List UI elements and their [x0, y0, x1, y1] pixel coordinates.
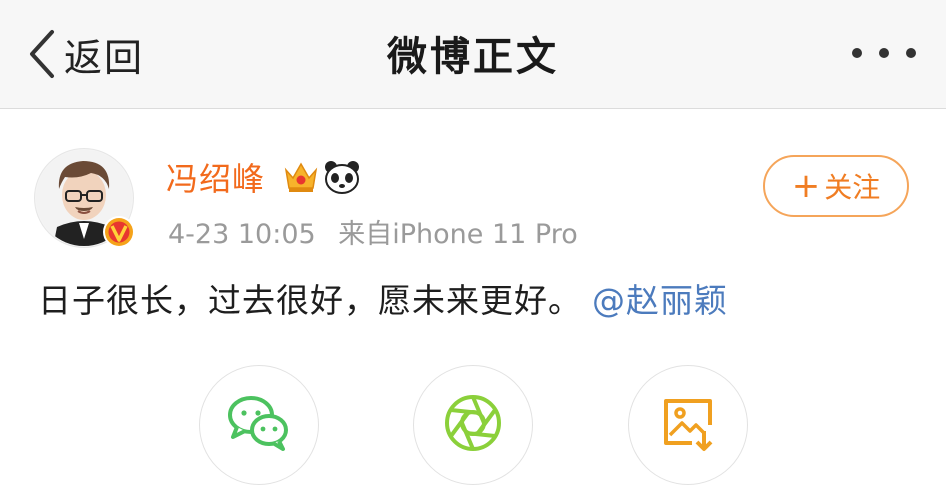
moments-icon: [443, 393, 503, 457]
plus-icon: +: [791, 166, 821, 206]
save-image-icon: [658, 393, 718, 457]
post-body: 日子很长，过去很好，愿未来更好。: [38, 281, 582, 320]
post-meta: 4-23 10:05 来自iPhone 11 Pro: [168, 212, 578, 251]
more-dots-icon[interactable]: [852, 46, 916, 60]
follow-button[interactable]: + 关注: [763, 155, 909, 217]
post-source: 来自iPhone 11 Pro: [338, 219, 578, 250]
share-wechat-button[interactable]: [199, 365, 319, 485]
post-text: 日子很长，过去很好，愿未来更好。 @赵丽颖: [38, 274, 728, 322]
timestamp: 4-23 10:05: [168, 219, 316, 250]
nav-bar: 返回 微博正文: [0, 0, 946, 109]
wechat-icon: [227, 395, 291, 455]
page-title: 微博正文: [387, 34, 559, 80]
share-moments-button[interactable]: [413, 365, 533, 485]
panda-badge-icon: [322, 158, 362, 200]
mention-link[interactable]: @赵丽颖: [592, 281, 728, 320]
crown-badge-icon: [282, 158, 320, 198]
save-image-button[interactable]: [628, 365, 748, 485]
follow-label: 关注: [824, 171, 881, 204]
verified-v-icon: [102, 215, 136, 249]
username[interactable]: 冯绍峰: [166, 154, 265, 200]
